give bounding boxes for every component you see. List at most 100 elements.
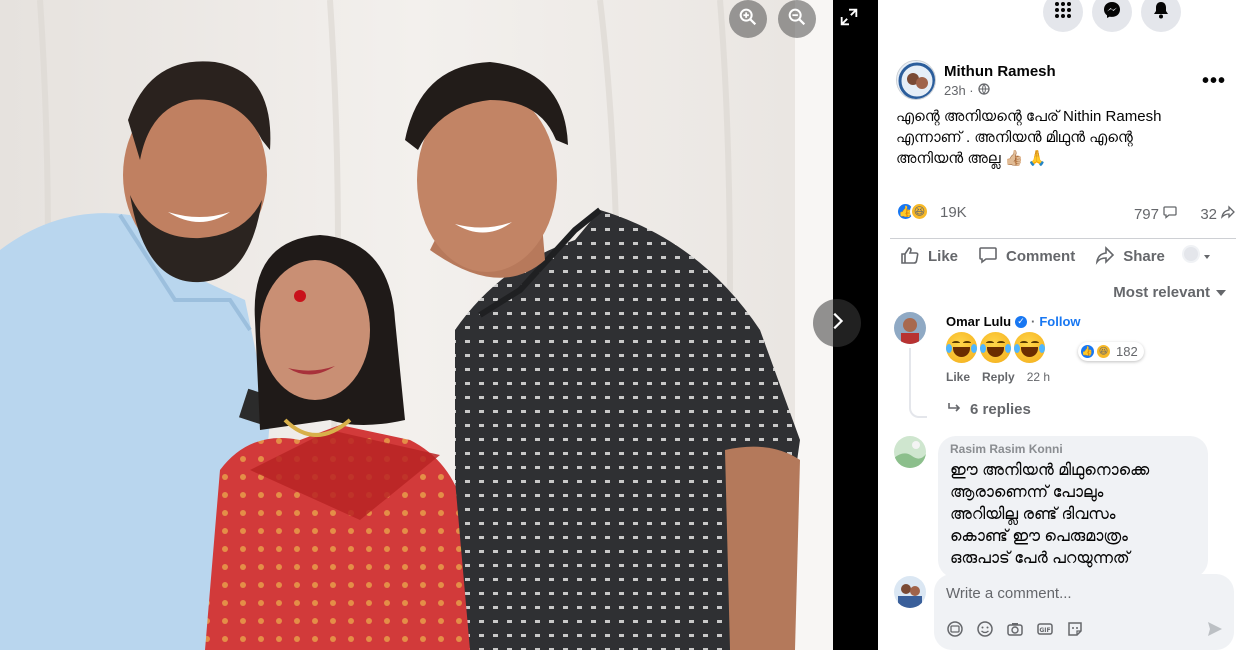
fullscreen-icon xyxy=(838,6,860,33)
sticker-icon[interactable] xyxy=(1066,620,1084,643)
next-photo-button[interactable] xyxy=(813,299,861,347)
globe-icon xyxy=(977,82,990,98)
comment-like-button[interactable]: Like xyxy=(946,370,970,384)
laughing-tears-emoji-icon xyxy=(980,332,1011,363)
comment-text-line: അറിയില്ല രണ്ട് ദിവസം xyxy=(950,506,1116,523)
commenter-name[interactable]: Rasim Rasim Konni xyxy=(950,442,1196,456)
photo-illustration xyxy=(0,0,833,650)
messenger-button[interactable] xyxy=(1092,0,1132,32)
comment-text: ഈ അനിയൻ മിഥുനൊക്കെ ആരാണെന്ന് പോലും അറിയി… xyxy=(950,460,1196,570)
zoom-out-icon xyxy=(786,6,808,33)
commenter-avatar[interactable] xyxy=(894,312,926,344)
post-text-line: എന്നാണ് . അനിയൻ മിഥുൻ എന്റെ xyxy=(896,129,1133,146)
share-count-value: 32 xyxy=(1200,205,1217,223)
thread-line xyxy=(909,348,927,418)
write-comment-area: Write a comment... GIF xyxy=(894,574,1234,650)
comment-bubble: Rasim Rasim Konni ഈ അനിയൻ മിഥുനൊക്കെ ആരാ… xyxy=(938,436,1208,578)
comment-text-line: ഒരുപാട് പേർ പറയുന്നത് xyxy=(950,550,1130,567)
view-replies-button[interactable]: 6 replies xyxy=(948,401,1031,418)
comment-icon xyxy=(978,245,998,269)
notifications-button[interactable] xyxy=(1141,0,1181,32)
thumbs-up-icon xyxy=(900,245,920,269)
haha-reaction-icon: 😆 xyxy=(910,202,929,221)
comment-bubble-icon xyxy=(1162,204,1178,224)
svg-text:GIF: GIF xyxy=(1039,627,1050,634)
comment-input-placeholder: Write a comment... xyxy=(946,585,1072,602)
commenter-name[interactable]: Omar Lulu xyxy=(946,314,1011,329)
share-icon xyxy=(1095,245,1115,269)
caret-down-icon xyxy=(1216,284,1226,301)
post-panel: Mithun Ramesh 23h · ••• എന്റെ അനിയന്റെ പ… xyxy=(878,0,1248,650)
like-label: Like xyxy=(928,248,959,265)
comment-reply-button[interactable]: Reply xyxy=(982,370,1015,384)
send-button[interactable] xyxy=(1206,620,1224,643)
comment-reactions[interactable]: 👍 😆 182 xyxy=(1078,342,1144,361)
reaction-count[interactable]: 19K xyxy=(940,204,967,221)
comment-text-line: കൊണ്ട് ഈ പെരുമാത്രം xyxy=(950,528,1128,545)
laughing-tears-emoji-icon xyxy=(946,332,977,363)
post-timestamp[interactable]: 23h · xyxy=(944,83,1056,98)
photo-viewer xyxy=(0,0,878,650)
like-reaction-icon: 👍 xyxy=(1079,343,1096,360)
post-text-line: എന്റെ അനിയന്റെ പേര് Nithin Ramesh xyxy=(896,108,1162,125)
like-button[interactable]: Like xyxy=(890,239,968,275)
commenter-avatar[interactable] xyxy=(894,436,926,468)
send-icon xyxy=(1206,622,1224,642)
comment-reaction-count: 182 xyxy=(1116,344,1138,359)
share-label: Share xyxy=(1123,248,1165,265)
post-header: Mithun Ramesh 23h · xyxy=(896,60,1056,100)
current-user-avatar[interactable] xyxy=(894,576,926,608)
comment-emojis xyxy=(946,332,1045,363)
comment-time[interactable]: 22 h xyxy=(1027,370,1050,384)
emoji-icon[interactable] xyxy=(976,620,994,643)
comment-tools: GIF xyxy=(946,620,1084,643)
gif-icon[interactable]: GIF xyxy=(1036,620,1054,643)
comment-text-line: ആരാണെന്ന് പോലും xyxy=(950,484,1104,501)
comment-sort-dropdown[interactable]: Most relevant xyxy=(1113,284,1226,301)
comment-text-line: ഈ അനിയൻ മിഥുനൊക്കെ xyxy=(950,462,1150,479)
author-avatar[interactable] xyxy=(896,60,936,100)
share-arrow-icon xyxy=(1220,204,1236,224)
comment-item: Omar Lulu ✓ · Follow 👍 😆 182 Like Reply … xyxy=(894,312,1234,432)
reply-arrow-icon xyxy=(948,401,962,418)
camera-icon[interactable] xyxy=(1006,620,1024,643)
comment-label: Comment xyxy=(1006,248,1076,265)
zoom-out-button[interactable] xyxy=(778,0,816,38)
profile-mini-icon xyxy=(1181,244,1201,269)
menu-grid-icon xyxy=(1053,0,1073,25)
follow-button[interactable]: Follow xyxy=(1039,314,1080,329)
post-text-line: അനിയൻ അല്ല 👍🏼 🙏 xyxy=(896,150,1047,167)
zoom-in-button[interactable] xyxy=(729,0,767,38)
share-button[interactable]: Share xyxy=(1085,239,1175,275)
timestamp-text: 23h · xyxy=(944,82,974,98)
comment-meta: Like Reply 22 h xyxy=(946,370,1050,384)
messenger-icon xyxy=(1102,0,1122,25)
fullscreen-button[interactable] xyxy=(830,0,868,38)
sort-label: Most relevant xyxy=(1113,284,1210,301)
post-photo xyxy=(0,0,833,650)
share-count[interactable]: 32 xyxy=(1200,204,1236,224)
comment-count-value: 797 xyxy=(1133,205,1159,223)
chevron-right-icon xyxy=(826,310,848,337)
menu-button[interactable] xyxy=(1043,0,1083,32)
haha-reaction-icon: 😆 xyxy=(1095,343,1112,360)
post-action-bar: Like Comment Share xyxy=(890,238,1236,274)
laughing-tears-emoji-icon xyxy=(1014,332,1045,363)
comment-count[interactable]: 797 xyxy=(1134,204,1178,224)
avatar-sticker-icon[interactable] xyxy=(946,620,964,643)
verified-badge-icon: ✓ xyxy=(1015,315,1028,328)
author-name[interactable]: Mithun Ramesh xyxy=(944,63,1056,80)
reaction-audience-selector[interactable] xyxy=(1181,244,1211,269)
post-stats: 👍 😆 19K 797 32 xyxy=(896,200,1236,224)
reaction-icons[interactable]: 👍 😆 xyxy=(896,202,929,221)
more-options-button[interactable]: ••• xyxy=(1202,70,1226,93)
comment-item: Rasim Rasim Konni ഈ അനിയൻ മിഥുനൊക്കെ ആരാ… xyxy=(894,436,1234,578)
replies-label: 6 replies xyxy=(970,401,1031,418)
comment-button[interactable]: Comment xyxy=(968,239,1085,275)
top-bar xyxy=(878,0,1248,42)
comment-input[interactable]: Write a comment... GIF xyxy=(934,574,1234,650)
dot-separator: · xyxy=(1031,314,1036,329)
post-text: എന്റെ അനിയന്റെ പേര് Nithin Ramesh എന്നാണ… xyxy=(896,106,1236,169)
commenter-name-row: Omar Lulu ✓ · Follow xyxy=(946,314,1081,329)
bell-icon xyxy=(1151,0,1171,25)
